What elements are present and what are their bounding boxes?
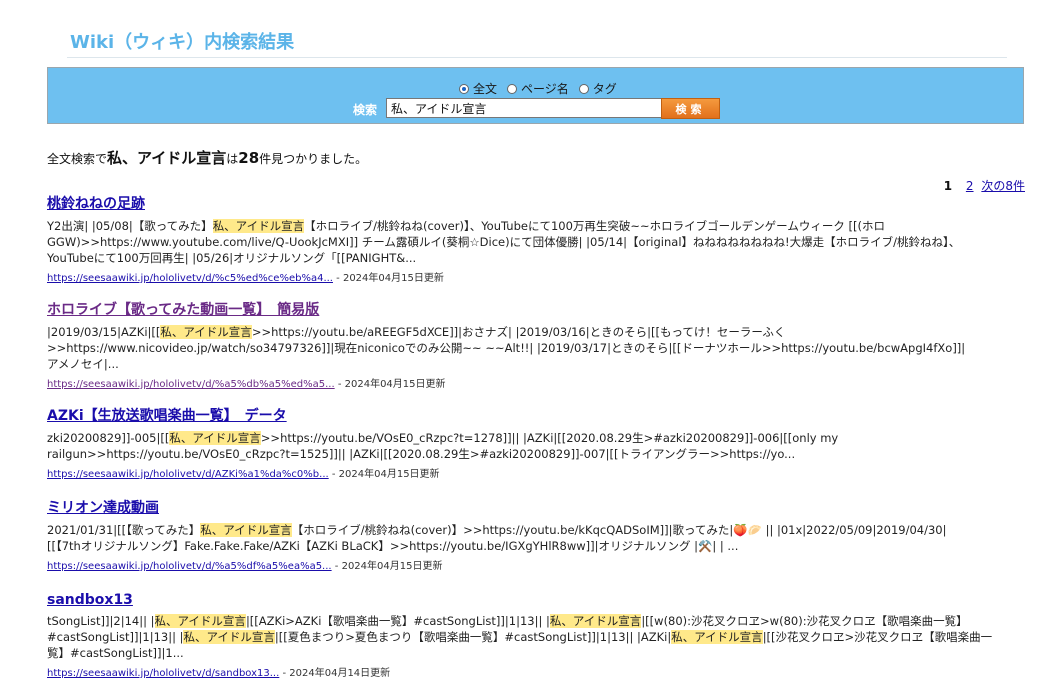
search-scope-options: 全文 ページ名 タグ: [459, 80, 623, 97]
result-date: 2024年04月15日更新: [338, 469, 440, 480]
summary-query: 私、アイドル宣言: [107, 149, 227, 167]
result-url-link[interactable]: https://seesaawiki.jp/hololivetv/d/%c5%e…: [47, 273, 333, 284]
snippet-text: >>https://youtu.be/VOsE0_cRzpc?t=1278]]|…: [260, 431, 839, 445]
title-divider: [67, 57, 1007, 58]
result-date: 2024年04月15日更新: [344, 379, 446, 390]
result-snippet-line: #castSongList]]|1|13|| |私、アイドル宣言|[[夏色まつり…: [47, 629, 1022, 645]
result-snippet-line: YouTubeにて100万回再生| |05/26|オリジナルソング「[[PANI…: [47, 250, 1022, 266]
radio-pagename[interactable]: [507, 83, 518, 94]
snippet-text: >>https://youtu.be/aREEGF5dXCE]]|おさナズ| |…: [251, 325, 786, 339]
summary-prefix: 全文検索で: [47, 152, 108, 166]
summary-suffix: 件見つかりました。: [259, 152, 368, 166]
search-result: sandbox13 tSongList]]|2|14|| |私、アイドル宣言|[[…: [47, 589, 1027, 679]
snippet-text: 2021/01/31|[[【歌ってみた】: [47, 523, 201, 537]
next-page-link[interactable]: 次の8件: [981, 179, 1025, 193]
radio-fulltext[interactable]: [459, 83, 469, 94]
search-result: 桃鈴ねねの足跡 Y2出演| |05/08|【歌ってみた】私、アイドル宣言【ホロライ…: [47, 193, 1027, 284]
result-meta: https://seesaawiki.jp/hololivetv/d/sandb…: [47, 664, 1027, 679]
meta-separator: -: [332, 273, 343, 284]
result-snippet-line: |2019/03/15|AZKi|[[私、アイドル宣言>>https://you…: [47, 324, 1022, 340]
radio-tag[interactable]: [578, 83, 589, 94]
highlighted-term: 私、アイドル宣言: [200, 523, 292, 537]
meta-separator: -: [279, 668, 290, 679]
result-snippet-line: tSongList]]|2|14|| |私、アイドル宣言|[[AZKi>AZKi…: [47, 613, 1022, 629]
highlighted-term: 私、アイドル宣言: [549, 614, 642, 628]
snippet-text: [[【7thオリジナルソング】Fake.Fake.Fake/AZKi【AZKi …: [47, 539, 739, 553]
highlighted-term: 私、アイドル宣言: [212, 219, 305, 233]
result-snippet-line: zki20200829]]-005|[[私、アイドル宣言>>https://yo…: [47, 430, 1022, 446]
highlighted-term: 私、アイドル宣言: [154, 614, 246, 628]
page-2-link[interactable]: 2: [966, 179, 974, 193]
result-url-link[interactable]: https://seesaawiki.jp/hololivetv/d/sandb…: [47, 668, 279, 679]
result-date: 2024年04月15日更新: [342, 273, 444, 284]
result-title-link[interactable]: sandbox13: [47, 592, 133, 608]
radio-fulltext-label[interactable]: 全文: [473, 80, 497, 97]
search-result: AZKi【生放送歌唱楽曲一覧】 データ zki20200829]]-005|[[私…: [47, 405, 1027, 480]
snippet-text: 【ホロライブ/桃鈴ねね(cover)】>>https://youtu.be/kK…: [291, 523, 947, 537]
result-summary: 全文検索で私、アイドル宣言は28件見つかりました。: [47, 147, 367, 168]
highlighted-term: 私、アイドル宣言: [160, 325, 252, 339]
snippet-text: GGW)>>https://www.youtube.com/live/Q-Uoo…: [47, 235, 961, 249]
pagination: 1 2 次の8件: [944, 177, 1025, 194]
result-title-link[interactable]: 桃鈴ねねの足跡: [47, 193, 145, 213]
search-label: 検索: [353, 103, 378, 117]
result-title-link[interactable]: ホロライブ【歌ってみた動画一覧】 簡易版: [47, 299, 319, 319]
meta-separator: -: [331, 561, 342, 572]
result-title-link[interactable]: ミリオン達成動画: [47, 497, 159, 517]
snippet-text: 覧】#castSongList]]|1...: [47, 646, 184, 660]
search-input[interactable]: [386, 98, 662, 118]
snippet-text: railgun>>https://youtu.be/VOsE0_cRzpc?t=…: [47, 447, 796, 461]
result-meta: https://seesaawiki.jp/hololivetv/d/%a5%d…: [47, 375, 1027, 390]
search-result: ホロライブ【歌ってみた動画一覧】 簡易版 |2019/03/15|AZKi|[[私…: [47, 299, 1027, 390]
meta-separator: -: [334, 379, 345, 390]
result-url-link[interactable]: https://seesaawiki.jp/hololivetv/d/%a5%d…: [47, 561, 332, 572]
result-url-link[interactable]: https://seesaawiki.jp/hololivetv/d/AZKi%…: [47, 469, 329, 480]
snippet-text: tSongList]]|2|14|| |: [47, 614, 155, 628]
snippet-text: zki20200829]]-005|[[: [47, 431, 170, 445]
result-snippet-line: >>https://www.nicovideo.jp/watch/so34797…: [47, 340, 1022, 356]
highlighted-term: 私、アイドル宣言: [183, 630, 275, 644]
current-page: 1: [943, 179, 953, 193]
summary-count: 28: [238, 149, 260, 167]
snippet-text: |[[夏色まつり>夏色まつり【歌唱楽曲一覧】#castSongList]]|1|…: [274, 630, 672, 644]
snippet-text: YouTubeにて100万回再生| |05/26|オリジナルソング「[[PANI…: [47, 251, 417, 265]
result-meta: https://seesaawiki.jp/hololivetv/d/%c5%e…: [47, 269, 1027, 284]
summary-mid: は: [226, 152, 239, 166]
result-snippet-line: Y2出演| |05/08|【歌ってみた】私、アイドル宣言【ホロライブ/桃鈴ねね(…: [47, 218, 1022, 234]
snippet-text: #castSongList]]|1|13|| |: [47, 630, 184, 644]
meta-separator: -: [328, 469, 339, 480]
result-title-link[interactable]: AZKi【生放送歌唱楽曲一覧】 データ: [47, 405, 287, 425]
result-snippet-line: railgun>>https://youtu.be/VOsE0_cRzpc?t=…: [47, 446, 1022, 462]
snippet-text: Y2出演| |05/08|【歌ってみた】: [47, 219, 213, 233]
result-snippet-line: アメノセイ|...: [47, 356, 1022, 372]
snippet-text: 【ホロライブ/桃鈴ねね(cover)】、YouTubeにて100万再生突破~~ホ…: [304, 219, 885, 233]
result-meta: https://seesaawiki.jp/hololivetv/d/AZKi%…: [47, 465, 1027, 480]
result-date: 2024年04月14日更新: [289, 668, 391, 679]
snippet-text: |2019/03/15|AZKi|[[: [47, 325, 161, 339]
result-snippet-line: [[【7thオリジナルソング】Fake.Fake.Fake/AZKi【AZKi …: [47, 538, 1022, 554]
radio-tag-label[interactable]: タグ: [593, 80, 617, 97]
search-result: ミリオン達成動画 2021/01/31|[[【歌ってみた】私、アイドル宣言【ホロラ…: [47, 497, 1027, 572]
result-url-link[interactable]: https://seesaawiki.jp/hololivetv/d/%a5%d…: [47, 379, 335, 390]
snippet-text: |[[AZKi>AZKi【歌唱楽曲一覧】#castSongList]]|1|13…: [245, 614, 550, 628]
highlighted-term: 私、アイドル宣言: [671, 630, 763, 644]
snippet-text: |[[沙花叉クロヱ>沙花叉クロヱ【歌唱楽曲一: [762, 630, 993, 644]
result-snippet-line: 2021/01/31|[[【歌ってみた】私、アイドル宣言【ホロライブ/桃鈴ねね(…: [47, 522, 1022, 538]
page-title: Wiki（ウィキ）内検索結果: [70, 32, 295, 53]
highlighted-term: 私、アイドル宣言: [169, 431, 261, 445]
search-panel: 全文 ページ名 タグ 検索 検索: [47, 67, 1024, 124]
snippet-text: |[[w(80):沙花叉クロヱ>w(80):沙花叉クロヱ【歌唱楽曲一覧】: [641, 614, 968, 628]
radio-pagename-label[interactable]: ページ名: [521, 80, 569, 97]
snippet-text: >>https://www.nicovideo.jp/watch/so34797…: [47, 341, 966, 355]
search-button[interactable]: 検索: [661, 98, 720, 119]
result-snippet-line: GGW)>>https://www.youtube.com/live/Q-Uoo…: [47, 234, 1022, 250]
result-date: 2024年04月15日更新: [341, 561, 443, 572]
snippet-text: アメノセイ|...: [47, 357, 119, 371]
result-snippet-line: 覧】#castSongList]]|1...: [47, 645, 1022, 661]
result-meta: https://seesaawiki.jp/hololivetv/d/%a5%d…: [47, 557, 1027, 572]
